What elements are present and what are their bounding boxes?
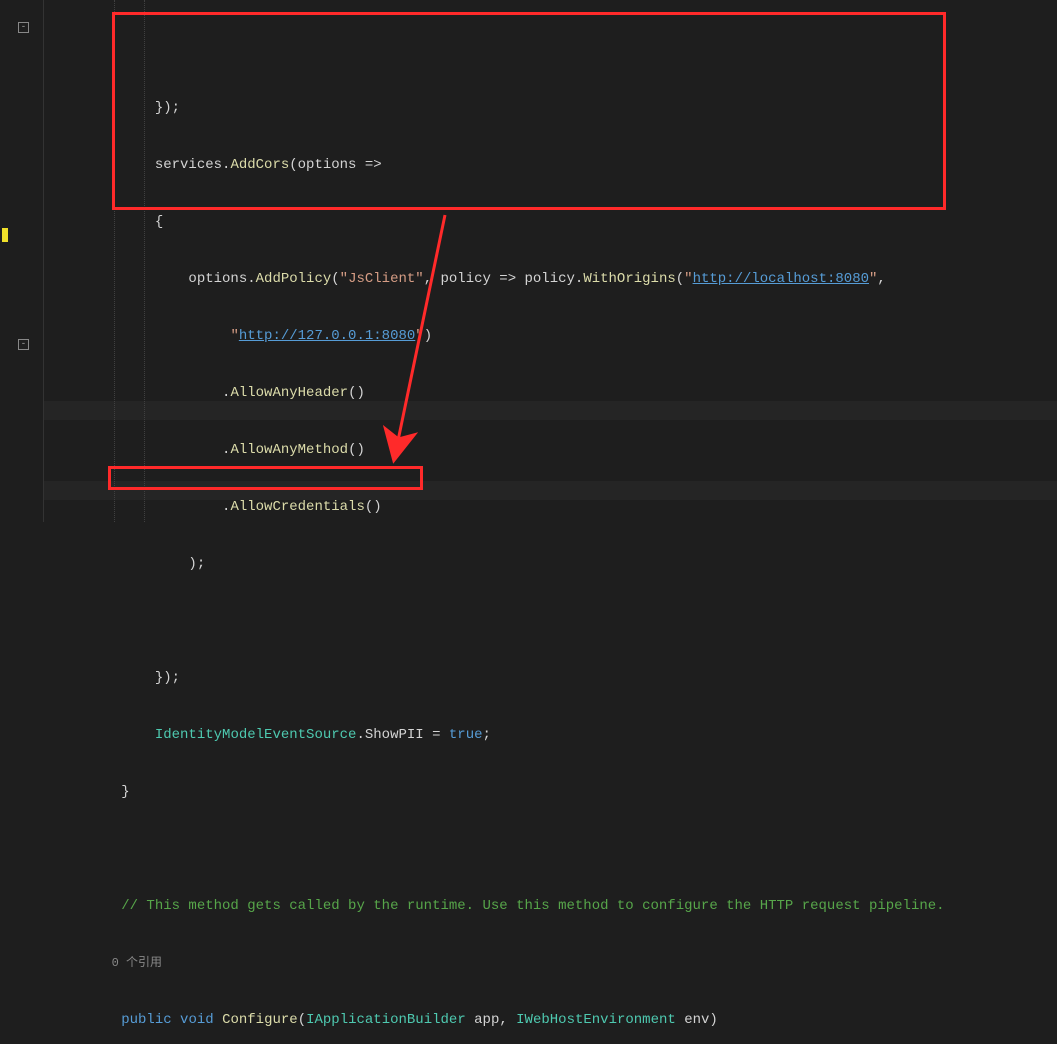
code-text: AddPolicy: [256, 271, 332, 287]
code-text: (): [365, 499, 382, 515]
code-text: IdentityModelEventSource: [155, 727, 357, 743]
code-text: .: [54, 442, 230, 458]
codelens-refs[interactable]: 0 个引用: [54, 956, 162, 970]
code-text: ;: [483, 727, 491, 743]
code-text: .ShowPII =: [356, 727, 448, 743]
code-text: [54, 1012, 121, 1028]
fold-toggle-icon[interactable]: -: [18, 339, 29, 350]
code-text: ": [415, 328, 423, 344]
code-text: [54, 898, 121, 914]
code-text: [54, 727, 155, 743]
code-text: (: [676, 271, 684, 287]
code-text: WithOrigins: [583, 271, 675, 287]
code-text: , policy => policy.: [424, 271, 584, 287]
code-text: [54, 328, 230, 344]
code-comment: // This method gets called by the runtim…: [121, 898, 944, 914]
code-text: });: [54, 670, 180, 686]
code-text: .: [54, 499, 230, 515]
code-text: (: [298, 1012, 306, 1028]
code-text: (options =>: [289, 157, 381, 173]
code-text: env): [676, 1012, 718, 1028]
code-text: public: [121, 1012, 171, 1028]
code-text: ": [230, 328, 238, 344]
code-text: ": [684, 271, 692, 287]
code-editor[interactable]: }); services.AddCors(options => { option…: [44, 0, 1057, 522]
code-text: IWebHostEnvironment: [516, 1012, 676, 1028]
code-text: ): [424, 328, 432, 344]
code-text: AllowCredentials: [230, 499, 364, 515]
url-link[interactable]: http://127.0.0.1:8080: [239, 328, 415, 344]
code-text: app,: [466, 1012, 516, 1028]
url-link[interactable]: http://localhost:8080: [693, 271, 869, 287]
code-text: (): [348, 442, 365, 458]
editor-gutter: - -: [0, 0, 44, 522]
code-text: "JsClient": [340, 271, 424, 287]
code-text: (): [348, 385, 365, 401]
code-text: .: [54, 385, 230, 401]
change-marker: [2, 228, 8, 242]
code-text: IApplicationBuilder: [306, 1012, 466, 1028]
code-text: options.: [54, 271, 256, 287]
code-text: true: [449, 727, 483, 743]
code-text: AddCors: [230, 157, 289, 173]
code-text: services.: [54, 157, 230, 173]
code-text: }: [54, 784, 130, 800]
code-text: Configure: [222, 1012, 298, 1028]
code-text: AllowAnyHeader: [230, 385, 348, 401]
fold-toggle-icon[interactable]: -: [18, 22, 29, 33]
code-text: AllowAnyMethod: [230, 442, 348, 458]
code-text: );: [54, 556, 205, 572]
code-text: void: [180, 1012, 214, 1028]
code-text: (: [331, 271, 339, 287]
code-text: {: [54, 214, 163, 230]
code-text: ,: [877, 271, 885, 287]
code-text: });: [54, 100, 180, 116]
